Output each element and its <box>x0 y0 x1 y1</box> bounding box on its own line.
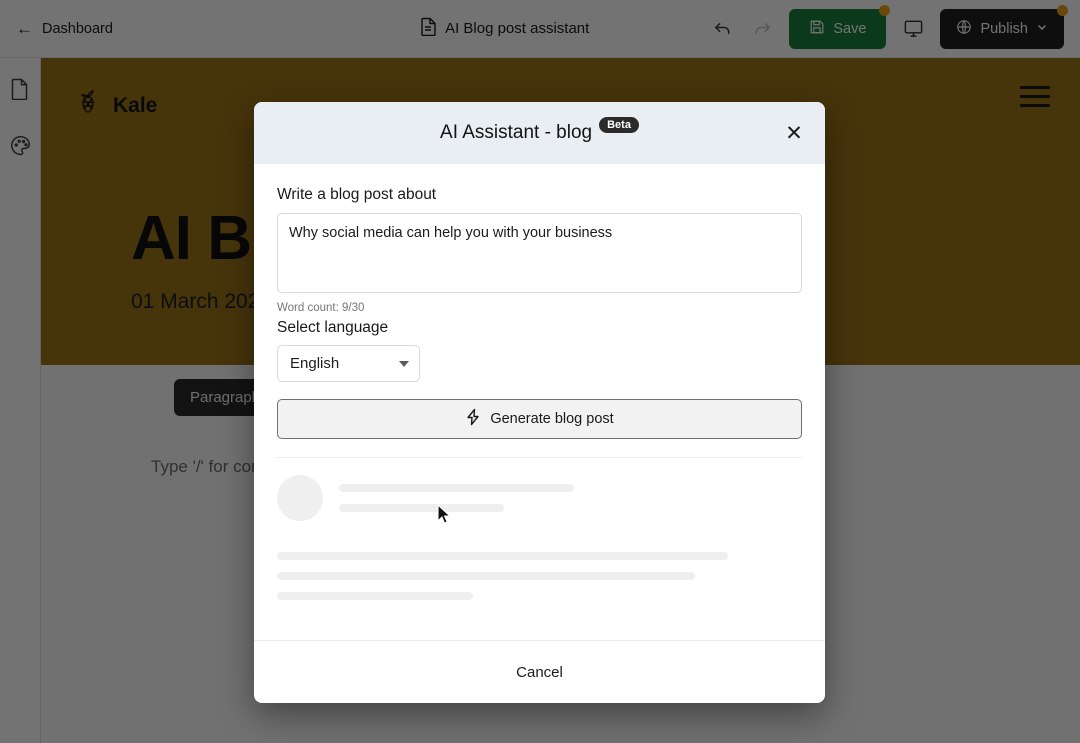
language-label: Select language <box>277 319 389 336</box>
generate-blog-post-label: Generate blog post <box>490 411 614 427</box>
prompt-input[interactable] <box>277 213 802 293</box>
chevron-down-icon <box>399 360 409 367</box>
close-icon[interactable]: ✕ <box>781 120 807 146</box>
beta-badge: Beta <box>599 117 639 133</box>
dialog-title: AI Assistant - blog <box>440 122 593 143</box>
language-selected-value: English <box>290 355 340 372</box>
result-skeleton <box>277 458 802 600</box>
generate-blog-post-button[interactable]: Generate blog post <box>277 399 802 439</box>
skeleton-meta-lines <box>339 484 574 512</box>
dialog-footer: Cancel <box>254 640 825 703</box>
skeleton-avatar-row <box>277 475 802 521</box>
language-select[interactable]: English <box>277 345 420 382</box>
skeleton-bar <box>339 504 504 512</box>
skeleton-bar <box>277 592 473 600</box>
skeleton-bar <box>277 572 695 580</box>
dialog-header: AI Assistant - blog Beta ✕ <box>254 102 825 164</box>
skeleton-bar <box>339 484 574 492</box>
dialog-body: Write a blog post about Word count: 9/30… <box>254 164 825 640</box>
skeleton-body-lines <box>277 552 802 600</box>
skeleton-avatar <box>277 475 323 521</box>
lightning-bolt-icon <box>465 408 481 430</box>
prompt-label: Write a blog post about <box>277 186 437 203</box>
mouse-cursor <box>437 503 452 531</box>
word-count-label: Word count: 9/30 <box>277 302 365 314</box>
cancel-button[interactable]: Cancel <box>494 654 585 691</box>
skeleton-bar <box>277 552 728 560</box>
ai-assistant-dialog: AI Assistant - blog Beta ✕ Write a blog … <box>254 102 825 703</box>
